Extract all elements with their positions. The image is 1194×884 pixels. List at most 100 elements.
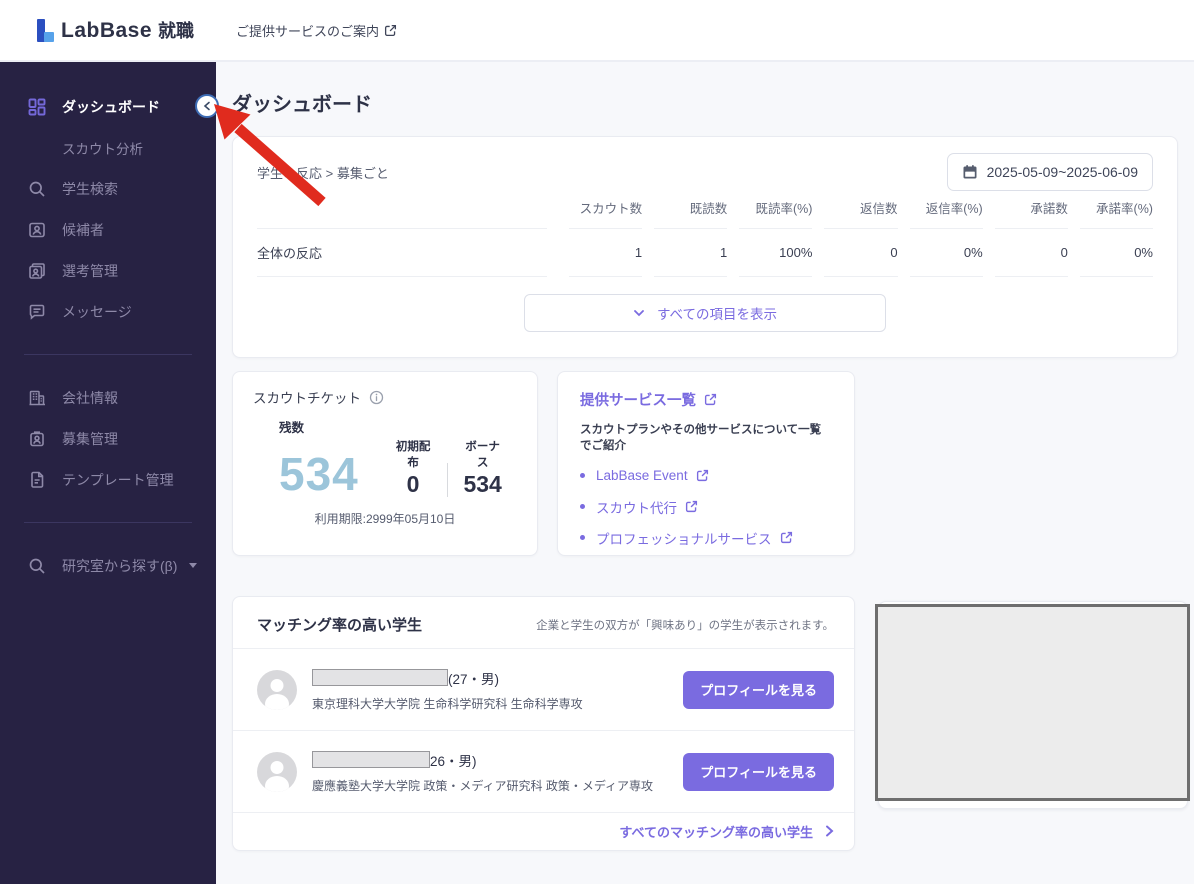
selection-icon bbox=[28, 262, 46, 280]
chevron-right-icon bbox=[826, 825, 834, 837]
badge-icon bbox=[28, 430, 46, 448]
bonus-label: ボーナス bbox=[465, 441, 500, 469]
sidebar-item-label: メッセージ bbox=[62, 303, 132, 320]
service-link-label: スカウト代行 bbox=[596, 500, 677, 516]
brand-suffix: 就職 bbox=[158, 21, 195, 41]
info-icon[interactable] bbox=[369, 390, 384, 405]
cell-value: 0 bbox=[824, 229, 898, 277]
sidebar-item-label: テンプレート管理 bbox=[62, 471, 174, 488]
cell-value: 100% bbox=[739, 229, 813, 277]
show-all-label: すべての項目を表示 bbox=[656, 307, 777, 322]
sidebar-item-label: 研究室から探す(β) bbox=[62, 557, 178, 574]
services-description: スカウトプランやその他サービスについて一覧でご紹介 bbox=[580, 424, 822, 452]
sidebar-item-templates[interactable]: テンプレート管理 bbox=[0, 459, 216, 500]
table-header-row: スカウト数 既読数 既読率(%) 返信数 返信率(%) 承諾数 承諾率(%) bbox=[257, 195, 1153, 229]
search-icon bbox=[28, 557, 46, 575]
cell-value: 0% bbox=[1079, 229, 1153, 277]
services-card: 提供サービス一覧 スカウトプランやその他サービスについて一覧でご紹介 LabBa… bbox=[557, 371, 855, 556]
calendar-icon bbox=[963, 165, 977, 179]
cell-value: 0 bbox=[994, 229, 1068, 277]
bullet-icon bbox=[580, 473, 585, 478]
row-label: 全体の反応 bbox=[257, 229, 547, 277]
sidebar-item-label: 候補者 bbox=[62, 221, 104, 238]
column-header: 既読率(%) bbox=[739, 195, 813, 229]
services-list-link[interactable]: 提供サービス一覧 bbox=[580, 389, 832, 410]
sidebar-item-scout-analysis[interactable]: スカウト分析 bbox=[0, 127, 216, 168]
sidebar-item-label: スカウト分析 bbox=[62, 141, 143, 157]
sidebar-item-label: 会社情報 bbox=[62, 389, 118, 406]
service-link-labbase-event[interactable]: LabBase Event bbox=[580, 460, 832, 491]
student-row: 26・男) 慶應義塾大学大学院 政策・メディア研究科 政策・メディア専攻 プロフ… bbox=[233, 731, 854, 813]
service-link-label: LabBase Event bbox=[596, 468, 688, 483]
view-profile-button[interactable]: プロフィールを見る bbox=[683, 670, 834, 709]
sidebar-item-dashboard[interactable]: ダッシュボード bbox=[0, 86, 216, 127]
bonus-value: 534 bbox=[463, 471, 502, 497]
all-matching-students-label: すべてのマッチング率の高い学生 bbox=[619, 824, 813, 840]
breadcrumb: 学生の反応 > 募集ごと bbox=[257, 165, 389, 181]
sidebar-item-messages[interactable]: メッセージ bbox=[0, 291, 216, 332]
app-header: LabBase 就職 ご提供サービスのご案内 bbox=[0, 0, 1194, 62]
external-link-icon bbox=[696, 469, 708, 482]
sidebar-item-label: ダッシュボード bbox=[62, 98, 160, 115]
redacted-student-name bbox=[312, 751, 430, 768]
external-link-icon bbox=[385, 24, 397, 36]
redacted-student-name bbox=[312, 669, 448, 686]
main-content: ダッシュボード 学生の反応 > 募集ごと 2025-05-09~2025-06-… bbox=[216, 62, 1194, 884]
avatar bbox=[257, 751, 297, 792]
all-matching-students-link[interactable]: すべてのマッチング率の高い学生 bbox=[233, 813, 854, 849]
chevron-down-icon bbox=[634, 310, 644, 317]
external-link-icon bbox=[704, 393, 717, 406]
cell-value: 0% bbox=[909, 229, 983, 277]
external-link-icon bbox=[780, 531, 792, 544]
document-icon bbox=[28, 471, 46, 489]
candidate-icon bbox=[28, 221, 46, 239]
show-all-items-button[interactable]: すべての項目を表示 bbox=[524, 294, 886, 332]
service-guide-label: ご提供サービスのご案内 bbox=[236, 23, 380, 39]
column-header: 返信率(%) bbox=[909, 195, 983, 229]
sidebar-item-candidates[interactable]: 候補者 bbox=[0, 209, 216, 250]
sidebar-item-recruitment[interactable]: 募集管理 bbox=[0, 418, 216, 459]
initial-value: 0 bbox=[406, 471, 420, 497]
labbase-logo-icon bbox=[37, 18, 54, 42]
labbase-logo[interactable]: LabBase 就職 bbox=[37, 17, 194, 43]
sidebar-item-lab-search[interactable]: 研究室から探す(β) bbox=[0, 545, 216, 586]
column-header: スカウト数 bbox=[569, 195, 643, 229]
student-meta: 26・男) bbox=[430, 753, 477, 769]
chevron-left-icon bbox=[203, 101, 210, 111]
service-link-label: プロフェッショナルサービス bbox=[596, 531, 772, 547]
column-header: 承諾数 bbox=[994, 195, 1068, 229]
table-row: 全体の反応 1 1 100% 0 0% 0 0% bbox=[257, 229, 1153, 277]
sidebar-collapse-button[interactable] bbox=[195, 94, 219, 118]
service-guide-link[interactable]: ご提供サービスのご案内 bbox=[236, 21, 397, 40]
service-link-scout-daiko[interactable]: スカウト代行 bbox=[580, 491, 832, 522]
student-school: 慶應義塾大学大学院 政策・メディア研究科 政策・メディア専攻 bbox=[312, 778, 653, 793]
sidebar-item-label: 選考管理 bbox=[62, 262, 118, 279]
sidebar-item-company-info[interactable]: 会社情報 bbox=[0, 377, 216, 418]
matching-title: マッチング率の高い学生 bbox=[257, 617, 423, 634]
avatar bbox=[257, 669, 297, 710]
sidebar-nav: ダッシュボード スカウト分析 学生検索 候補者 選考管理 メッセージ 会社情報 bbox=[0, 62, 216, 884]
column-header: 既読数 bbox=[654, 195, 728, 229]
page-title: ダッシュボード bbox=[232, 94, 372, 116]
redacted-region bbox=[875, 604, 1190, 801]
date-range-picker[interactable]: 2025-05-09~2025-06-09 bbox=[946, 153, 1153, 191]
brand-name: LabBase bbox=[61, 19, 153, 42]
cell-value: 1 bbox=[569, 229, 643, 277]
column-header: 承諾率(%) bbox=[1079, 195, 1153, 229]
student-school: 東京理科大学大学院 生命科学研究科 生命科学専攻 bbox=[312, 696, 583, 711]
sidebar-item-student-search[interactable]: 学生検索 bbox=[0, 168, 216, 209]
sidebar-item-selection[interactable]: 選考管理 bbox=[0, 250, 216, 291]
chevron-down-icon bbox=[189, 563, 198, 568]
scout-ticket-card: スカウトチケット 残数 534 初期配布 0 ボーナス 534 利用期限:299… bbox=[232, 371, 538, 556]
column-header: 返信数 bbox=[824, 195, 898, 229]
view-profile-button[interactable]: プロフィールを見る bbox=[683, 752, 834, 791]
sidebar-item-label: 学生検索 bbox=[62, 180, 118, 197]
sidebar-item-label: 募集管理 bbox=[62, 430, 118, 447]
student-row: (27・男) 東京理科大学大学院 生命科学研究科 生命科学専攻 プロフィールを見… bbox=[233, 649, 854, 731]
student-meta: (27・男) bbox=[448, 671, 500, 687]
initial-label: 初期配布 bbox=[395, 441, 431, 469]
service-link-professional[interactable]: プロフェッショナルサービス bbox=[580, 522, 832, 553]
search-icon bbox=[28, 180, 46, 198]
services-title: 提供サービス一覧 bbox=[580, 393, 696, 409]
bullet-icon bbox=[580, 504, 585, 509]
